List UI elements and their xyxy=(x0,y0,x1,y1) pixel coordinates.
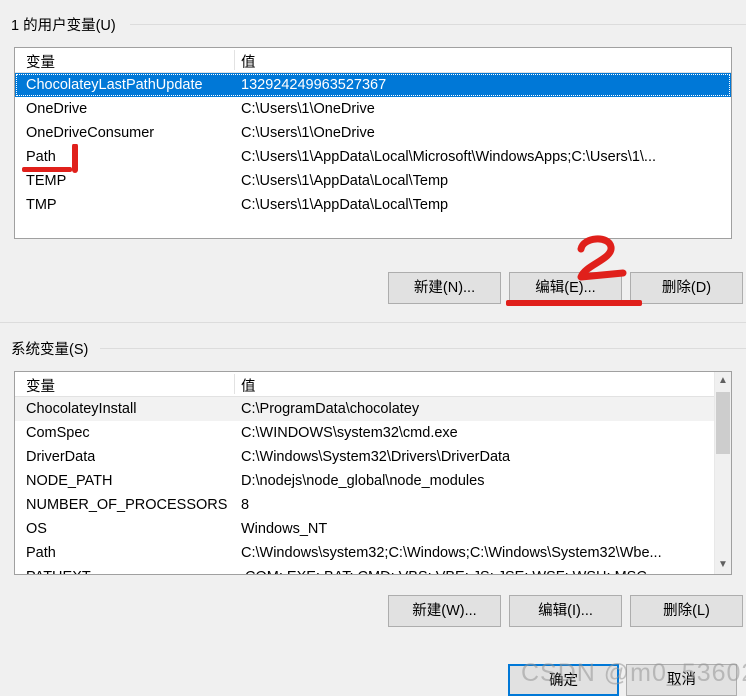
variable-value-cell: C:\ProgramData\chocolatey xyxy=(241,401,420,417)
variable-value-cell: C:\Windows\system32;C:\Windows;C:\Window… xyxy=(241,545,662,561)
variable-name-cell: NUMBER_OF_PROCESSORS xyxy=(26,497,228,513)
chevron-up-icon[interactable]: ▲ xyxy=(715,372,731,390)
system-variables-list[interactable]: 变量 值 ChocolateyInstall C:\ProgramData\cho… xyxy=(14,371,732,575)
variable-name-cell: OS xyxy=(26,521,47,537)
system-variables-group-label: 系统变量(S) xyxy=(11,338,95,359)
table-row[interactable]: Path C:\Windows\system32;C:\Windows;C:\Wi… xyxy=(15,541,716,565)
table-row[interactable]: Path C:\Users\1\AppData\Local\Microsoft\W… xyxy=(15,145,731,169)
variable-name-cell: Path xyxy=(26,545,56,561)
table-row[interactable]: NUMBER_OF_PROCESSORS 8 xyxy=(15,493,716,517)
variable-value-cell: C:\Users\1\OneDrive xyxy=(241,101,375,117)
variable-name-cell: OneDriveConsumer xyxy=(26,125,155,141)
system-column-header-variable: 变量 xyxy=(26,379,55,395)
variable-name-cell: ChocolateyLastPathUpdate xyxy=(26,77,203,93)
system-new-button[interactable]: 新建(W)... xyxy=(388,595,501,627)
variable-value-cell: Windows_NT xyxy=(241,521,328,537)
variable-value-cell: 132924249963527367 xyxy=(241,77,387,93)
variable-name-cell: ComSpec xyxy=(26,425,90,441)
system-list-header: 变量 值 xyxy=(15,372,716,397)
system-group-top-line xyxy=(0,322,746,323)
system-delete-button[interactable]: 删除(L) xyxy=(630,595,743,627)
system-column-divider xyxy=(234,374,235,394)
variable-name-cell: NODE_PATH xyxy=(26,473,113,489)
system-group-divider-line xyxy=(100,348,746,349)
table-row[interactable]: OneDriveConsumer C:\Users\1\OneDrive xyxy=(15,121,731,145)
variable-value-cell: 8 xyxy=(241,497,250,513)
variable-value-cell: C:\Users\1\OneDrive xyxy=(241,125,375,141)
variable-name-cell: TEMP xyxy=(26,173,67,189)
table-row[interactable]: PATHEXT .COM;.EXE;.BAT;.CMD;.VBS;.VBE;.JS… xyxy=(15,565,716,574)
scrollbar-thumb[interactable] xyxy=(716,392,730,454)
variable-name-cell: TMP xyxy=(26,197,57,213)
variable-value-cell: .COM;.EXE;.BAT;.CMD;.VBS;.VBE;.JS;.JSE;.… xyxy=(241,565,712,574)
system-variables-rows: ChocolateyInstall C:\ProgramData\chocolat… xyxy=(15,397,716,574)
variable-value-cell: C:\WINDOWS\system32\cmd.exe xyxy=(241,425,458,441)
cancel-button[interactable]: 取消 xyxy=(626,664,737,696)
table-row[interactable]: DriverData C:\Windows\System32\Drivers\Dr… xyxy=(15,445,716,469)
user-column-header-variable: 变量 xyxy=(26,55,55,71)
user-group-divider-line xyxy=(130,24,746,25)
table-row[interactable]: TEMP C:\Users\1\AppData\Local\Temp xyxy=(15,169,731,193)
variable-name-cell: Path xyxy=(26,149,56,165)
table-row[interactable]: ChocolateyInstall C:\ProgramData\chocolat… xyxy=(15,397,716,421)
variable-name-cell: PATHEXT xyxy=(26,565,91,574)
ok-button[interactable]: 确定 xyxy=(508,664,619,696)
user-delete-button[interactable]: 删除(D) xyxy=(630,272,743,304)
chevron-down-icon[interactable]: ▼ xyxy=(715,556,731,574)
system-edit-button[interactable]: 编辑(I)... xyxy=(509,595,622,627)
user-variables-group-label: 1 的用户变量(U) xyxy=(11,14,122,35)
user-column-divider xyxy=(234,50,235,70)
system-list-scrollbar[interactable]: ▲ ▼ xyxy=(714,372,731,574)
user-new-button[interactable]: 新建(N)... xyxy=(388,272,501,304)
user-list-header: 变量 值 xyxy=(15,48,731,73)
variable-name-cell: DriverData xyxy=(26,449,96,465)
variable-value-cell: C:\Users\1\AppData\Local\Microsoft\Windo… xyxy=(241,149,657,165)
user-edit-button[interactable]: 编辑(E)... xyxy=(509,272,622,304)
table-row[interactable]: ChocolateyLastPathUpdate 1329242499635273… xyxy=(15,73,731,97)
user-variables-rows: ChocolateyLastPathUpdate 1329242499635273… xyxy=(15,73,731,217)
user-variables-list[interactable]: 变量 值 ChocolateyLastPathUpdate 13292424996… xyxy=(14,47,732,239)
user-column-header-value: 值 xyxy=(241,55,256,71)
table-row[interactable]: ComSpec C:\WINDOWS\system32\cmd.exe xyxy=(15,421,716,445)
system-column-header-value: 值 xyxy=(241,379,256,395)
variable-name-cell: ChocolateyInstall xyxy=(26,401,137,417)
variable-value-cell: D:\nodejs\node_global\node_modules xyxy=(241,473,485,489)
table-row[interactable]: OS Windows_NT xyxy=(15,517,716,541)
variable-name-cell: OneDrive xyxy=(26,101,88,117)
variable-value-cell: C:\Windows\System32\Drivers\DriverData xyxy=(241,449,511,465)
table-row[interactable]: TMP C:\Users\1\AppData\Local\Temp xyxy=(15,193,731,217)
table-row[interactable]: OneDrive C:\Users\1\OneDrive xyxy=(15,97,731,121)
variable-value-cell: C:\Users\1\AppData\Local\Temp xyxy=(241,197,449,213)
table-row[interactable]: NODE_PATH D:\nodejs\node_global\node_modu… xyxy=(15,469,716,493)
variable-value-cell: C:\Users\1\AppData\Local\Temp xyxy=(241,173,449,189)
